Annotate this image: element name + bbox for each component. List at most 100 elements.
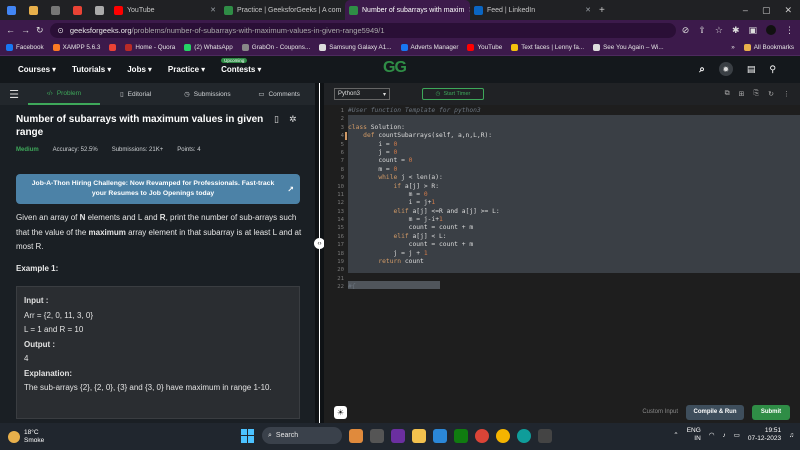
edge-icon[interactable]: [517, 428, 531, 443]
maximize-icon[interactable]: ▢: [762, 5, 771, 16]
bookmark-icon[interactable]: ▯: [274, 114, 279, 125]
browser-tab[interactable]: Feed | LinkedIn ✕: [470, 0, 595, 20]
compile-run-button[interactable]: Compile & Run: [686, 404, 744, 420]
code-line: while j < len(a):: [378, 174, 443, 182]
bookmark-item[interactable]: GrabOn - Coupons...: [241, 44, 310, 51]
profile-avatar[interactable]: [766, 25, 776, 35]
bookmarks-more-button[interactable]: »: [731, 44, 735, 51]
new-tab-button[interactable]: +: [595, 0, 609, 20]
browser-tab[interactable]: Number of subarrays with maxim✕: [345, 0, 470, 20]
wifi-icon[interactable]: ◠: [709, 431, 715, 439]
nav-jobs[interactable]: Jobs ▾: [127, 65, 152, 74]
bookmark-item[interactable]: Text faces | Lenny fa...: [511, 44, 584, 51]
language-select[interactable]: Python3 ▾: [334, 88, 390, 100]
star-icon[interactable]: ☆: [715, 25, 723, 36]
hamburger-icon[interactable]: ☰: [0, 88, 28, 101]
line-number: 15: [337, 225, 344, 232]
notification-bell-icon[interactable]: ♫: [789, 432, 794, 439]
menu-icon[interactable]: ⋮: [785, 25, 794, 36]
share-icon[interactable]: ⇪: [698, 25, 706, 36]
browser-tab[interactable]: [44, 0, 66, 20]
forward-icon[interactable]: →: [21, 25, 30, 35]
code-editor-panel: Python3 ▾ ◷ Start Timer ⧉ ⊞ ⎘ ↻ ⋮ 12345678…: [324, 83, 800, 423]
battery-icon[interactable]: ▭: [734, 431, 740, 439]
browser-tab[interactable]: [0, 0, 22, 20]
taskbar-search[interactable]: ⌕ Search: [262, 427, 342, 444]
more-icon[interactable]: ⋮: [783, 90, 790, 98]
nav-practice[interactable]: Practice ▾: [168, 65, 205, 74]
chevron-up-icon[interactable]: ⌃: [673, 431, 678, 439]
youtube-icon: [114, 5, 123, 15]
chrome-app-icon[interactable]: [475, 428, 489, 443]
windows-start-icon[interactable]: [241, 428, 255, 443]
volume-icon[interactable]: ♪: [722, 432, 725, 439]
url-input[interactable]: ⊙ geeksforgeeks.org/problems/number-of-s…: [49, 22, 676, 38]
eye-off-icon[interactable]: ⊘: [682, 25, 690, 36]
sidepanel-icon[interactable]: ▣: [748, 25, 757, 36]
store-icon[interactable]: [433, 428, 447, 443]
gfg-logo[interactable]: GG: [383, 59, 407, 77]
bookmark-favicon-icon: [511, 44, 519, 51]
clock[interactable]: 19:51 07-12-2023: [748, 427, 781, 443]
site-info-icon[interactable]: ⊙: [58, 26, 64, 35]
xbox-icon[interactable]: [454, 428, 468, 443]
bookmark-item[interactable]: Adverts Manager: [400, 44, 458, 51]
browser-tab[interactable]: [22, 0, 44, 20]
back-icon[interactable]: ←: [6, 25, 15, 35]
tab-comments[interactable]: ▭ Comments: [243, 83, 315, 105]
line-number: 1: [340, 108, 344, 114]
job-a-thon-banner[interactable]: Job-A-Thon Hiring Challenge: Now Revampe…: [16, 174, 300, 204]
copy-icon[interactable]: ⎘: [754, 90, 760, 98]
extensions-icon[interactable]: ✱: [732, 25, 740, 36]
start-timer-button[interactable]: ◷ Start Timer: [422, 88, 484, 100]
tab-editorial[interactable]: ▯ Editorial: [100, 83, 172, 105]
nav-tutorials[interactable]: Tutorials ▾: [72, 65, 111, 74]
browser-tab[interactable]: [66, 0, 88, 20]
file-explorer-icon[interactable]: [412, 428, 426, 443]
custom-input-toggle[interactable]: Custom Input: [642, 409, 678, 415]
tab-problem[interactable]: ‹/› Problem: [28, 83, 100, 105]
notifications-icon[interactable]: ▤: [747, 64, 756, 75]
all-bookmarks-button[interactable]: All Bookmarks: [743, 44, 794, 51]
windows-taskbar: 18°C Smoke ⌕ Search ⌃ ENG IN ◠ ♪ ▭ 19:51 07-…: [0, 423, 800, 450]
chrome-app-icon-active[interactable]: [496, 428, 510, 443]
minimize-icon[interactable]: –: [743, 5, 748, 16]
bookmark-item[interactable]: [109, 44, 117, 51]
bug-report-icon[interactable]: ✲: [289, 114, 297, 125]
video-app-icon[interactable]: [391, 428, 405, 443]
search-icon[interactable]: ⌕: [699, 64, 705, 75]
bookmark-item[interactable]: (2) WhatsApp: [184, 44, 233, 51]
code-line: #{: [348, 283, 356, 291]
close-window-icon[interactable]: ✕: [784, 5, 792, 16]
gfg-icon: [224, 5, 233, 15]
copilot-icon[interactable]: [349, 428, 363, 443]
code-text[interactable]: #User function Template for python3 class…: [348, 107, 500, 292]
task-view-icon[interactable]: [370, 428, 384, 443]
fullscreen-icon[interactable]: ⧉: [725, 90, 730, 98]
bookmark-item[interactable]: Samsung Galaxy A1...: [319, 44, 392, 51]
theme-toggle-icon[interactable]: ✹: [718, 62, 733, 76]
bookmark-item[interactable]: Facebook: [6, 44, 44, 51]
weather-widget[interactable]: 18°C Smoke: [0, 429, 120, 445]
browser-tab[interactable]: Practice | GeeksforGeeks | A com✕: [220, 0, 345, 20]
bookmark-item[interactable]: YouTube: [467, 44, 502, 51]
code-area[interactable]: 1 2 3 4 5 6 7 8 9 10 11 12 13 14 15 16 17 18 19 20 21 22 #Use…: [324, 105, 800, 395]
nav-contests[interactable]: Upcoming Contests ▾: [221, 58, 261, 74]
bookmark-item[interactable]: XAMPP 5.6.3: [52, 44, 100, 51]
close-icon[interactable]: ✕: [585, 6, 591, 14]
panel-resizer[interactable]: ‹›: [314, 83, 325, 423]
submit-button[interactable]: Submit: [752, 404, 790, 420]
code-editor-app-icon[interactable]: [538, 428, 552, 443]
bookmark-item[interactable]: Home - Quora: [125, 44, 175, 51]
nav-courses[interactable]: Courses ▾: [18, 65, 56, 74]
reload-icon[interactable]: ↻: [36, 25, 44, 36]
user-icon[interactable]: ⚲: [769, 64, 776, 75]
browser-tab[interactable]: YouTube ✕: [110, 0, 220, 20]
close-icon[interactable]: ✕: [210, 6, 216, 14]
tab-submissions[interactable]: ◷ Submissions: [172, 83, 244, 105]
theme-sun-icon[interactable]: ☀: [334, 405, 347, 419]
browser-tab[interactable]: [88, 0, 110, 20]
settings-icon[interactable]: ⊞: [739, 90, 745, 98]
bookmark-item[interactable]: See You Again – Wi...: [593, 44, 664, 51]
reset-icon[interactable]: ↻: [768, 90, 774, 98]
